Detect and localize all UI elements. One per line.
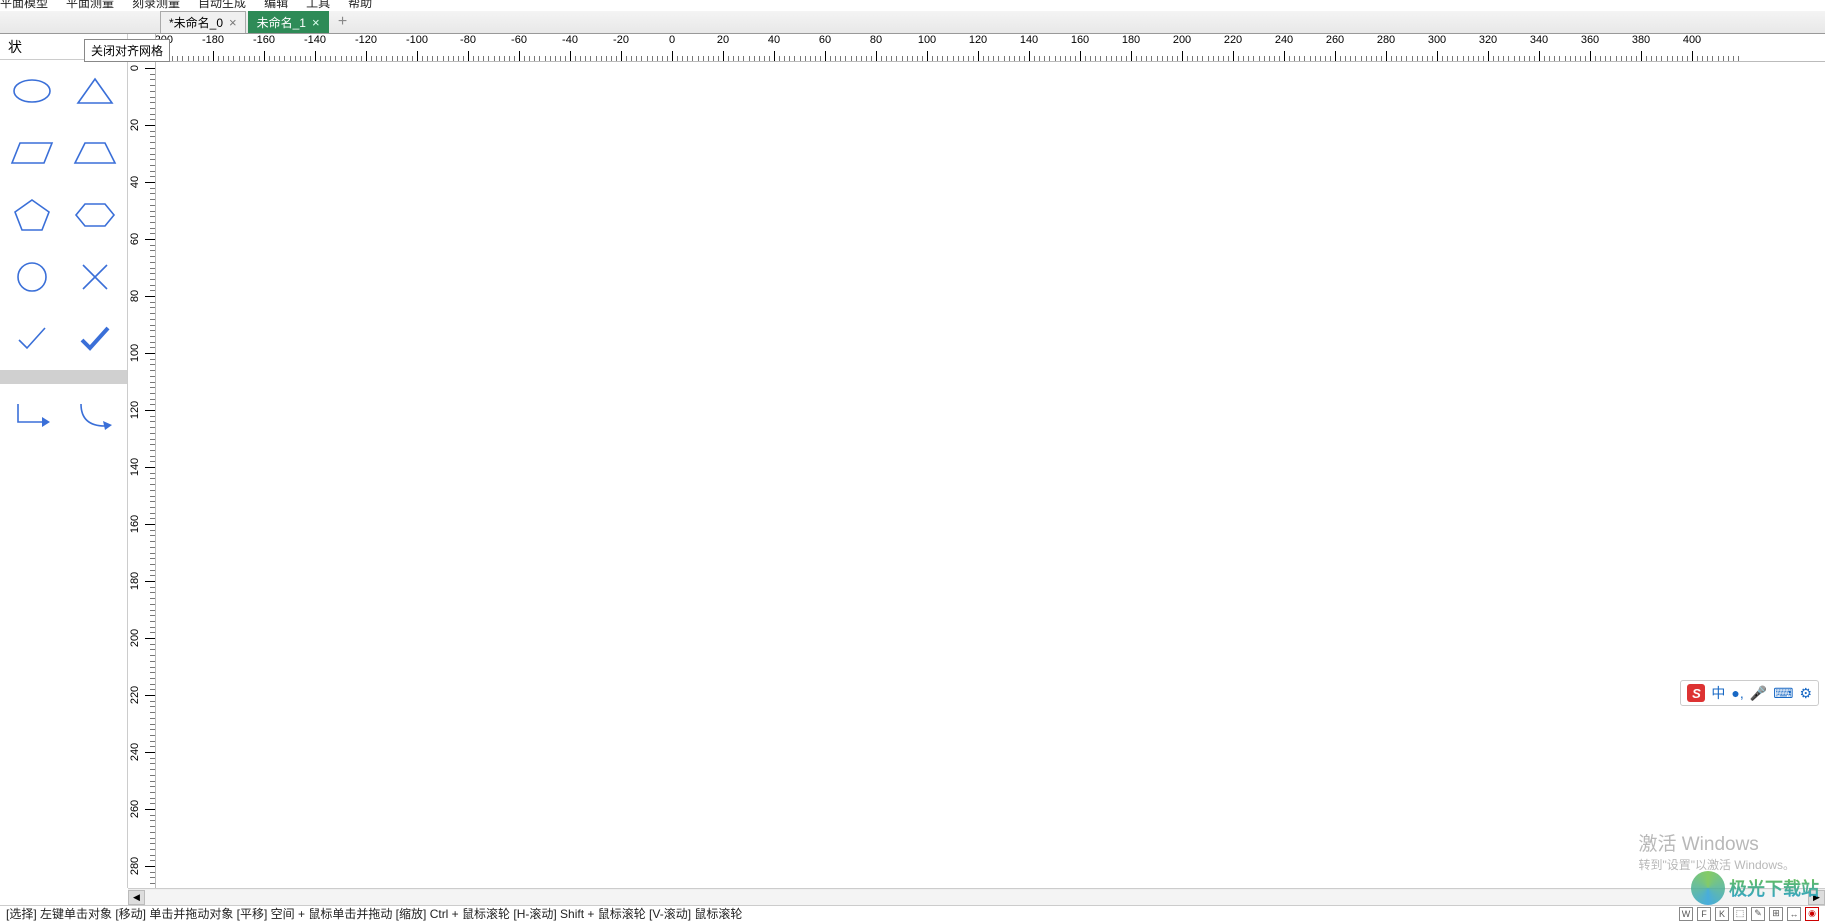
shape-cross[interactable] (64, 246, 128, 308)
sidebar-title: 状 (8, 37, 22, 57)
close-icon[interactable]: × (312, 15, 320, 30)
shape-triangle[interactable] (64, 60, 128, 122)
scroll-right-icon[interactable]: ▶ (1808, 890, 1825, 905)
ellipse-icon (12, 77, 52, 105)
menu-item[interactable]: 编辑 (264, 0, 288, 11)
triangle-icon (75, 76, 115, 106)
shape-hexagon[interactable] (64, 184, 128, 246)
shape-check-thin[interactable] (0, 308, 64, 370)
status-icons: W F K ⬚ ✎ ⊞ ↔ ◉ (1679, 907, 1819, 921)
pentagon-icon (13, 198, 51, 232)
shape-pentagon[interactable] (0, 184, 64, 246)
tab-doc-0[interactable]: *未命名_0 × (160, 11, 246, 33)
close-icon[interactable]: × (229, 15, 237, 30)
menu-item[interactable]: 平面测量 (66, 0, 114, 11)
tab-label: *未命名_0 (169, 14, 223, 31)
horizontal-ruler[interactable]: -200-180-160-140-120-100-80-60-40-200204… (156, 34, 1825, 62)
menu-item[interactable]: 帮助 (348, 0, 372, 11)
shape-arrow-right-angle[interactable] (0, 384, 64, 446)
scroll-track[interactable] (145, 890, 1808, 905)
shape-circle[interactable] (0, 246, 64, 308)
check-icon (15, 324, 49, 354)
status-icon[interactable]: F (1697, 907, 1711, 921)
status-icon[interactable]: ⊞ (1769, 907, 1783, 921)
arrow-curve-icon (77, 400, 113, 430)
status-icon[interactable]: ✎ (1751, 907, 1765, 921)
tooltip: 关闭对齐网格 (84, 39, 170, 62)
sidebar-separator (0, 370, 127, 384)
status-hints: [选择] 左键单击对象 [移动] 单击并拖动对象 [平移] 空间 + 鼠标单击并… (6, 905, 742, 922)
cross-icon (80, 262, 110, 292)
menu-item[interactable]: 刻录测量 (132, 0, 180, 11)
check-bold-icon (78, 324, 112, 354)
shape-sidebar: 状 ▼ (0, 34, 128, 888)
horizontal-scrollbar[interactable]: ◀ ▶ (128, 888, 1825, 905)
new-tab-button[interactable]: + (331, 11, 355, 33)
shape-ellipse[interactable] (0, 60, 64, 122)
vertical-ruler[interactable]: 0204060801001201401601802002202402602803… (128, 62, 156, 888)
menu-item[interactable]: 自动生成 (198, 0, 246, 11)
status-icon-record[interactable]: ◉ (1805, 907, 1819, 921)
shape-check-bold[interactable] (64, 308, 128, 370)
status-bar: [选择] 左键单击对象 [移动] 单击并拖动对象 [平移] 空间 + 鼠标单击并… (0, 905, 1825, 921)
canvas-area: -200-180-160-140-120-100-80-60-40-200204… (128, 34, 1825, 888)
parallelogram-icon (10, 140, 54, 166)
shape-trapezoid[interactable] (64, 122, 128, 184)
drawing-canvas[interactable] (156, 62, 1825, 888)
menu-item[interactable]: 工具 (306, 0, 330, 11)
shape-parallelogram[interactable] (0, 122, 64, 184)
circle-icon (16, 261, 48, 293)
arrow-elbow-icon (14, 400, 50, 430)
scroll-left-icon[interactable]: ◀ (128, 890, 145, 905)
status-icon[interactable]: W (1679, 907, 1693, 921)
trapezoid-icon (73, 140, 117, 166)
menu-bar: 平面模型 平面测量 刻录测量 自动生成 编辑 工具 帮助 (0, 0, 1825, 11)
menu-item[interactable]: 平面模型 (0, 0, 48, 11)
document-tabs: *未命名_0 × 未命名_1 × + (0, 11, 1825, 34)
hexagon-icon (74, 201, 116, 229)
tab-label: 未命名_1 (257, 14, 306, 31)
status-icon[interactable]: K (1715, 907, 1729, 921)
status-icon[interactable]: ⬚ (1733, 907, 1747, 921)
status-icon[interactable]: ↔ (1787, 907, 1801, 921)
tab-doc-1[interactable]: 未命名_1 × (248, 11, 329, 33)
shape-arrow-curve[interactable] (64, 384, 128, 446)
